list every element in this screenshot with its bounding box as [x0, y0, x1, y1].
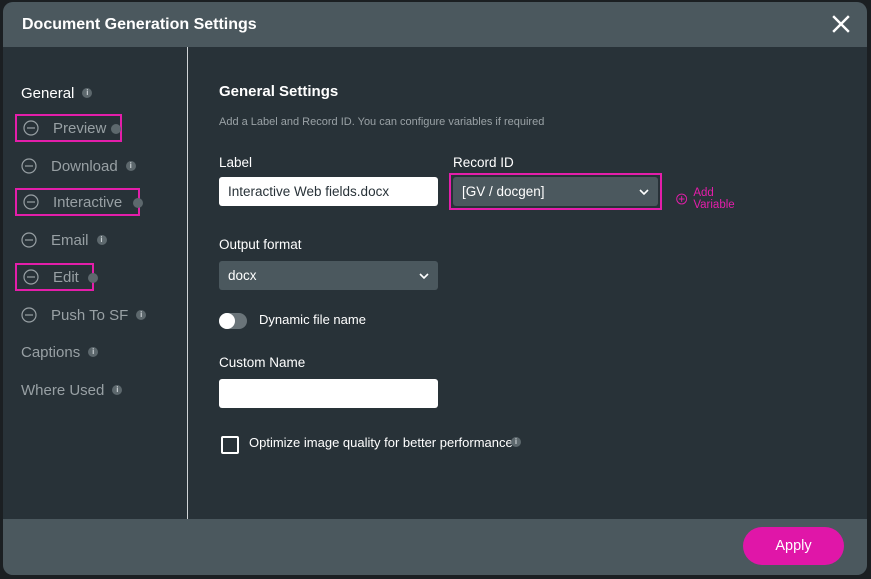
info-icon: i [112, 385, 122, 395]
toggle-knob [219, 313, 235, 329]
sidebar-item-email[interactable]: Email i [15, 226, 107, 254]
info-icon: i [136, 310, 146, 320]
minus-circle-icon [23, 120, 39, 136]
sidebar-item-label: Preview [53, 120, 106, 137]
info-icon: i [97, 235, 107, 245]
close-icon [829, 12, 853, 36]
chevron-down-icon [419, 273, 429, 279]
sidebar-item-label: Download [51, 158, 118, 175]
output-format-value: docx [228, 268, 257, 283]
section-description: Add a Label and Record ID. You can confi… [219, 116, 544, 128]
record-id-select[interactable]: [GV / docgen] [453, 177, 658, 206]
sidebar-item-label: General [21, 85, 74, 102]
sidebar-item-label: Push To SF [51, 307, 128, 324]
info-icon [111, 124, 121, 134]
dialog-header: Document Generation Settings [3, 2, 867, 47]
info-icon: i [511, 437, 521, 447]
close-button[interactable] [829, 12, 853, 36]
dialog-footer: Apply [3, 519, 867, 575]
dynamic-file-name-toggle[interactable] [219, 313, 247, 329]
sidebar-item-download[interactable]: Download i [15, 152, 136, 180]
label-input[interactable]: Interactive Web fields.docx [219, 177, 438, 206]
chevron-down-icon [639, 189, 649, 195]
add-variable-label: Add Variable [693, 187, 739, 211]
custom-name-label: Custom Name [219, 355, 305, 370]
add-variable-button[interactable]: Add Variable [676, 187, 739, 211]
sidebar-item-label: Edit [53, 269, 79, 286]
minus-circle-icon [21, 307, 37, 323]
dynamic-file-name-label: Dynamic file name [259, 312, 366, 327]
info-icon [133, 198, 143, 208]
sidebar-item-label: Captions [21, 344, 80, 361]
sidebar-item-label: Where Used [21, 382, 104, 399]
dialog-title: Document Generation Settings [22, 16, 257, 34]
sidebar-item-preview[interactable]: Preview [15, 114, 122, 142]
apply-button[interactable]: Apply [743, 527, 844, 565]
info-icon: i [82, 88, 92, 98]
info-icon: i [88, 347, 98, 357]
minus-circle-icon [23, 194, 39, 210]
sidebar-item-captions[interactable]: Captions i [15, 338, 98, 366]
plus-circle-icon [676, 191, 687, 207]
sidebar-item-general[interactable]: General i [15, 79, 92, 107]
document-generation-settings-dialog: Document Generation Settings General i P… [3, 2, 867, 575]
sidebar-item-push-to-sf[interactable]: Push To SF i [15, 301, 146, 329]
output-format-label: Output format [219, 237, 302, 252]
sidebar-item-label: Email [51, 232, 89, 249]
minus-circle-icon [21, 158, 37, 174]
output-format-select[interactable]: docx [219, 261, 438, 290]
sidebar-item-where-used[interactable]: Where Used i [15, 376, 122, 404]
optimize-image-label: Optimize image quality for better perfor… [249, 435, 513, 450]
optimize-image-checkbox[interactable] [221, 436, 239, 454]
minus-circle-icon [21, 232, 37, 248]
record-id-value: [GV / docgen] [462, 184, 545, 199]
info-icon: i [126, 161, 136, 171]
label-field-label: Label [219, 155, 252, 170]
sidebar-item-interactive[interactable]: Interactive [15, 188, 140, 216]
section-heading: General Settings [219, 83, 338, 100]
custom-name-input[interactable] [219, 379, 438, 408]
sidebar-item-label: Interactive [53, 194, 122, 211]
record-id-label: Record ID [453, 155, 514, 170]
info-icon [88, 273, 98, 283]
sidebar-item-edit[interactable]: Edit [15, 263, 94, 291]
settings-sidebar: General i Preview Download i Interactive… [3, 47, 188, 519]
minus-circle-icon [23, 269, 39, 285]
